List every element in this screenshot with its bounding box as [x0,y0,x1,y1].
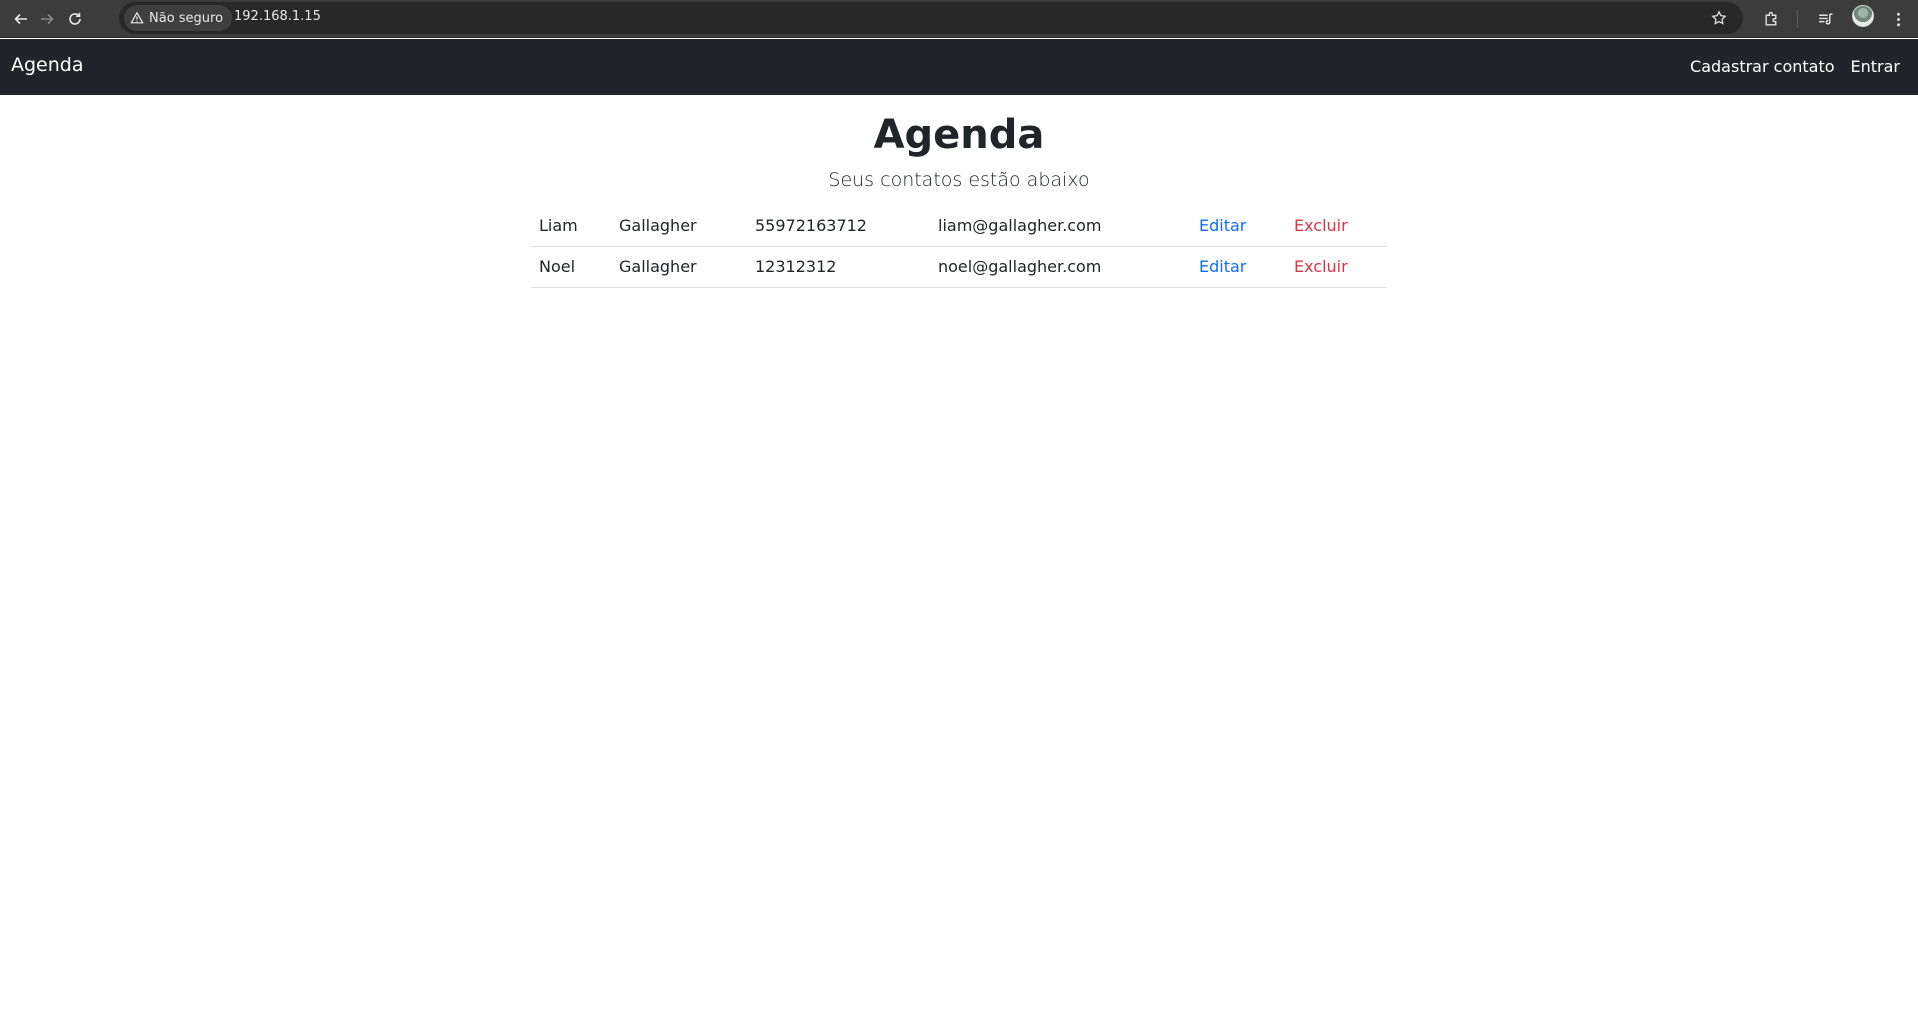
back-button[interactable] [8,6,34,32]
address-bar[interactable]: Não seguro 192.168.1.15 [119,2,1743,34]
toolbar-divider [1797,10,1798,28]
media-controls-button[interactable] [1811,5,1839,33]
queue-music-icon [1818,12,1832,25]
browser-menu-button[interactable] [1884,5,1912,33]
delete-contact-link[interactable]: Excluir [1294,257,1348,276]
arrow-left-icon [14,13,27,25]
delete-contact-link[interactable]: Excluir [1294,216,1348,235]
url-text[interactable]: 192.168.1.15 [234,9,321,24]
security-label: Não seguro [149,10,224,26]
edit-contact-link[interactable]: Editar [1199,216,1246,235]
navbar-brand[interactable]: Agenda [11,54,84,76]
page-subtitle: Seus contatos estão abaixo [828,169,1090,191]
browser-toolbar: Não seguro 192.168.1.15 [0,0,1918,38]
main-content: Agenda Seus contatos estão abaixo Liam G… [531,95,1387,288]
navbar-links: Cadastrar contato Entrar [1690,57,1900,76]
contact-phone: 55972163712 [747,205,930,247]
bookmark-button[interactable] [1707,6,1731,30]
delete-cell: Excluir [1286,205,1387,247]
extensions-button[interactable] [1757,5,1785,33]
nav-link-cadastrar-contato[interactable]: Cadastrar contato [1690,57,1834,76]
reload-icon [69,12,81,25]
contact-phone: 12312312 [747,246,930,288]
puzzle-icon [1764,11,1776,26]
page-title: Agenda [873,112,1045,158]
arrow-right-icon [41,13,54,25]
table-row: Liam Gallagher 55972163712 liam@gallaghe… [531,205,1387,247]
profile-avatar[interactable] [1852,5,1874,27]
security-indicator[interactable]: Não seguro [124,5,233,31]
edit-contact-link[interactable]: Editar [1199,257,1246,276]
edit-cell: Editar [1191,205,1286,247]
delete-cell: Excluir [1286,246,1387,288]
nav-link-entrar[interactable]: Entrar [1851,57,1900,76]
reload-button[interactable] [62,6,88,32]
contact-first-name: Noel [531,246,611,288]
contacts-table: Liam Gallagher 55972163712 liam@gallaghe… [531,205,1387,288]
contact-email: noel@gallagher.com [930,246,1191,288]
contact-email: liam@gallagher.com [930,205,1191,247]
forward-button[interactable] [34,6,60,32]
more-vertical-icon [1896,12,1900,26]
app-navbar: Agenda Cadastrar contato Entrar [0,39,1918,95]
warning-icon [130,11,144,24]
table-row: Noel Gallagher 12312312 noel@gallagher.c… [531,246,1387,288]
edit-cell: Editar [1191,246,1286,288]
contact-first-name: Liam [531,205,611,247]
contact-last-name: Gallagher [611,205,747,247]
star-icon [1711,10,1727,25]
contact-last-name: Gallagher [611,246,747,288]
